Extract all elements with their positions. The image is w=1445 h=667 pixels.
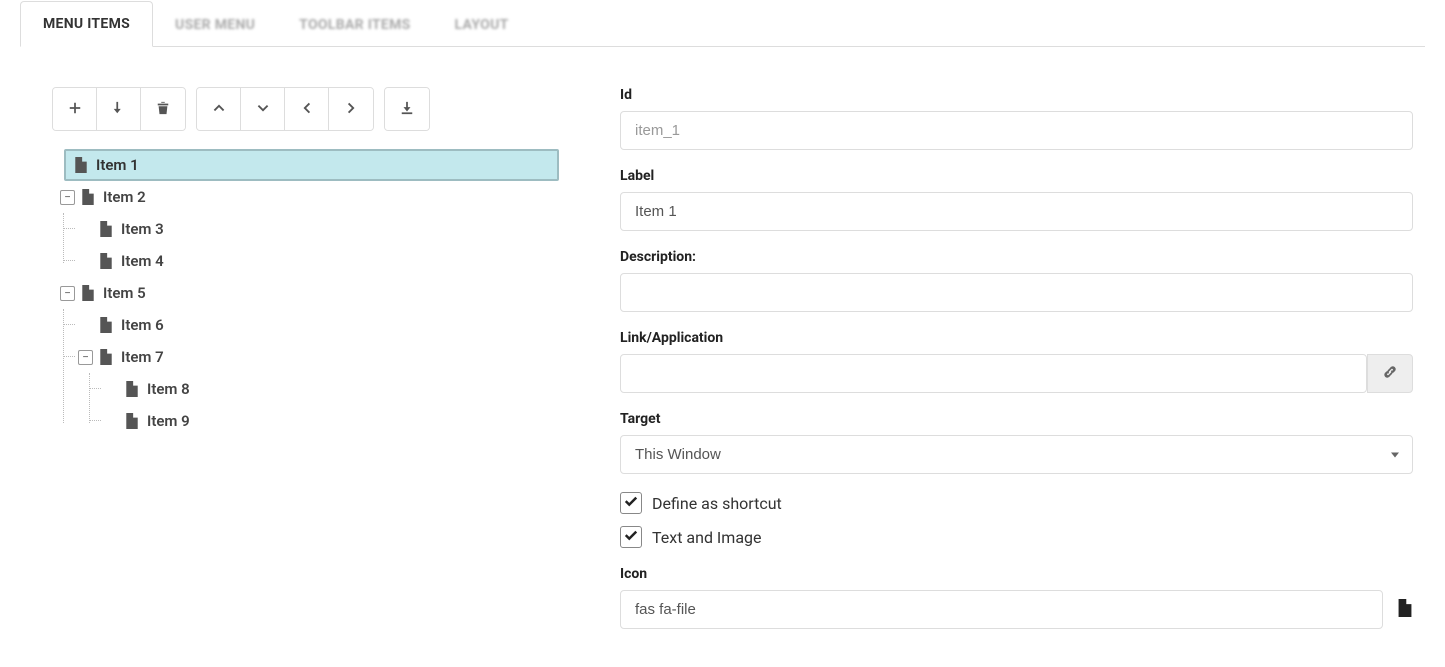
add-child-button[interactable] — [97, 88, 141, 130]
shortcut-label: Define as shortcut — [652, 494, 782, 513]
icon-field[interactable] — [620, 590, 1383, 629]
chevron-up-icon — [212, 101, 226, 118]
label-field[interactable] — [620, 192, 1413, 231]
chevron-right-icon — [344, 101, 358, 118]
file-icon — [125, 413, 139, 429]
file-icon — [81, 189, 95, 205]
tree-item-label: Item 1 — [96, 156, 139, 174]
collapse-toggle[interactable]: − — [78, 350, 93, 365]
tree-item[interactable]: − Item 2 — [52, 181, 580, 213]
chevron-left-icon — [300, 101, 314, 118]
label-label: Label — [620, 168, 1413, 184]
tree-toolbar — [52, 87, 580, 131]
link-icon — [1382, 364, 1398, 384]
link-field[interactable] — [620, 354, 1367, 393]
icon-label: Icon — [620, 566, 1413, 582]
tree-item[interactable]: Item 9 — [104, 405, 580, 437]
tabs: MENU ITEMS USER MENU TOOLBAR ITEMS LAYOU… — [20, 0, 1425, 47]
move-down-button[interactable] — [241, 88, 285, 130]
tree-item-label: Item 7 — [121, 348, 164, 366]
file-icon — [99, 253, 113, 269]
tab-user-menu[interactable]: USER MENU — [153, 3, 277, 47]
description-label: Description: — [620, 249, 1413, 265]
tree-item[interactable]: Item 8 — [104, 373, 580, 405]
tree-item[interactable]: Item 1 — [64, 149, 559, 181]
check-icon — [624, 528, 638, 547]
collapse-toggle[interactable]: − — [60, 190, 75, 205]
trash-icon — [156, 101, 170, 118]
file-icon — [99, 349, 113, 365]
chevron-down-icon — [256, 101, 270, 118]
tree-item-label: Item 3 — [121, 220, 164, 238]
indent-button[interactable] — [329, 88, 373, 130]
id-label: Id — [620, 87, 1413, 103]
tab-toolbar-items[interactable]: TOOLBAR ITEMS — [277, 3, 432, 47]
file-icon — [81, 285, 95, 301]
link-picker-button[interactable] — [1367, 354, 1413, 393]
tree-item-label: Item 6 — [121, 316, 164, 334]
tree-item[interactable]: − Item 5 — [52, 277, 580, 309]
menu-tree: Item 1 − Item 2 — [52, 149, 580, 437]
outdent-button[interactable] — [285, 88, 329, 130]
id-field[interactable] — [620, 111, 1413, 150]
tree-item[interactable]: Item 6 — [78, 309, 580, 341]
import-button[interactable] — [385, 88, 429, 130]
download-icon — [400, 101, 414, 118]
file-icon — [99, 221, 113, 237]
tree-item[interactable]: Item 3 — [78, 213, 580, 245]
tree-item-label: Item 5 — [103, 284, 146, 302]
file-icon — [1397, 605, 1413, 621]
collapse-toggle[interactable]: − — [60, 286, 75, 301]
icon-preview — [1397, 599, 1413, 621]
tab-menu-items[interactable]: MENU ITEMS — [20, 1, 153, 47]
textimage-checkbox[interactable] — [620, 526, 642, 548]
file-icon — [74, 157, 88, 173]
textimage-label: Text and Image — [652, 528, 761, 547]
add-button[interactable] — [53, 88, 97, 130]
target-label: Target — [620, 411, 1413, 427]
tree-item-label: Item 8 — [147, 380, 190, 398]
tree-item-label: Item 4 — [121, 252, 164, 270]
tab-layout[interactable]: LAYOUT — [433, 3, 531, 47]
description-field[interactable] — [620, 273, 1413, 312]
plus-icon — [68, 101, 82, 118]
delete-button[interactable] — [141, 88, 185, 130]
tree-item[interactable]: − Item 7 — [78, 341, 580, 373]
arrow-down-right-icon — [112, 101, 126, 118]
tree-item-label: Item 9 — [147, 412, 190, 430]
file-icon — [99, 317, 113, 333]
tree-item[interactable]: Item 4 — [78, 245, 580, 277]
file-icon — [125, 381, 139, 397]
tree-item-label: Item 2 — [103, 188, 146, 206]
check-icon — [624, 494, 638, 513]
target-select[interactable] — [620, 435, 1413, 474]
link-label: Link/Application — [620, 330, 1413, 346]
shortcut-checkbox[interactable] — [620, 492, 642, 514]
move-up-button[interactable] — [197, 88, 241, 130]
